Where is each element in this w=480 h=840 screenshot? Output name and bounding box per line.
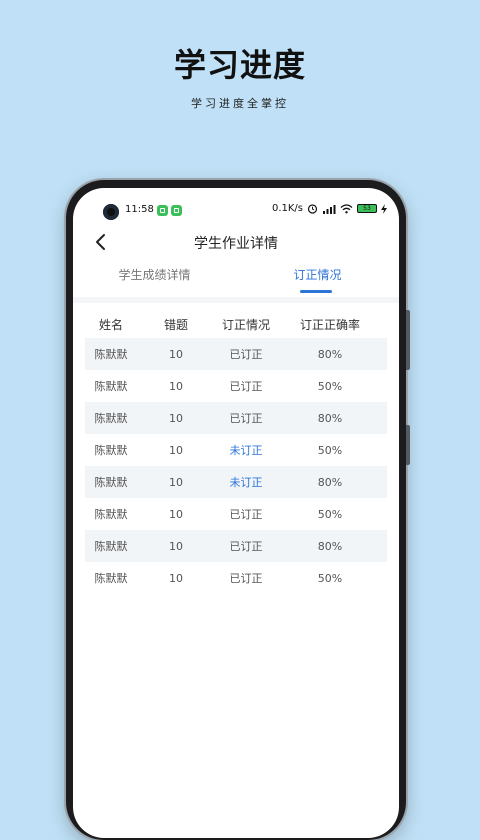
- cell-accuracy: 50%: [317, 507, 343, 521]
- charging-icon: [381, 203, 387, 214]
- table-header: 姓名 错题 订正情况 订正正确率: [85, 309, 387, 339]
- table-row[interactable]: 陈默默 10 已订正 80%: [85, 530, 387, 562]
- power-button: [406, 310, 410, 370]
- hero-title: 学习进度: [173, 46, 306, 84]
- status-right: 0.1K/s 53: [272, 203, 387, 214]
- cell-correction: 已订正: [229, 412, 263, 425]
- column-header-accuracy: 订正正确率: [299, 317, 360, 332]
- cell-errors: 10: [169, 507, 183, 521]
- camera-icon: [103, 204, 119, 220]
- table-row[interactable]: 陈默默 10 已订正 80%: [85, 402, 387, 434]
- status-bar: 11:58 0.1K/s 53: [73, 188, 399, 222]
- table-row[interactable]: 陈默默 10 已订正 50%: [85, 562, 387, 594]
- cell-name: 陈默默: [94, 508, 128, 521]
- table-row[interactable]: 陈默默 10 未订正 80%: [85, 466, 387, 498]
- cell-accuracy: 80%: [317, 539, 343, 553]
- cell-accuracy: 50%: [317, 443, 343, 457]
- cell-name: 陈默默: [94, 412, 128, 425]
- battery-level: 53: [363, 205, 371, 212]
- cell-accuracy: 50%: [317, 379, 343, 393]
- page-title: 学生作业详情: [194, 236, 278, 252]
- cell-name: 陈默默: [94, 476, 128, 489]
- cell-correction: 已订正: [229, 348, 263, 361]
- cell-name: 陈默默: [94, 348, 128, 361]
- phone-screen: 11:58 0.1K/s 53 学生作业详情 学生成绩详情 订正情况 姓名 错题…: [73, 188, 399, 838]
- signal-icon: [323, 204, 336, 214]
- nav-header: 学生作业详情: [73, 222, 399, 262]
- cell-accuracy: 80%: [317, 347, 343, 361]
- battery-icon: 53: [357, 204, 377, 213]
- active-tab-indicator: [300, 290, 332, 293]
- phone-frame: 11:58 0.1K/s 53 学生作业详情 学生成绩详情 订正情况 姓名 错题…: [66, 180, 410, 840]
- cell-correction: 已订正: [229, 508, 263, 521]
- cell-correction: 未订正: [229, 444, 263, 457]
- cell-correction: 未订正: [229, 476, 263, 489]
- table-row[interactable]: 陈默默 10 已订正 50%: [85, 370, 387, 402]
- volume-button: [406, 425, 410, 465]
- cell-errors: 10: [169, 411, 183, 425]
- notification-app-icon: [157, 205, 168, 216]
- table-row[interactable]: 陈默默 10 已订正 50%: [85, 498, 387, 530]
- cell-errors: 10: [169, 475, 183, 489]
- table-body: 陈默默 10 已订正 80% 陈默默 10 已订正 50% 陈默默 10 已订正…: [85, 338, 387, 594]
- section-divider: [73, 297, 399, 303]
- cell-correction: 已订正: [229, 540, 263, 553]
- cell-errors: 10: [169, 571, 183, 585]
- cell-correction: 已订正: [229, 572, 263, 585]
- tab-score-details[interactable]: 学生成绩详情: [73, 266, 236, 284]
- hero-subtitle: 学习进度全掌控: [191, 97, 289, 110]
- cell-name: 陈默默: [94, 572, 128, 585]
- cell-correction: 已订正: [229, 380, 263, 393]
- cell-errors: 10: [169, 539, 183, 553]
- column-header-errors: 错题: [163, 317, 188, 332]
- wifi-icon: [340, 203, 353, 213]
- cell-accuracy: 80%: [317, 411, 343, 425]
- cell-errors: 10: [169, 347, 183, 361]
- column-header-correction: 订正情况: [221, 317, 270, 332]
- tab-correction-status[interactable]: 订正情况: [236, 266, 399, 284]
- alarm-icon: [307, 204, 318, 214]
- cell-name: 陈默默: [94, 540, 128, 553]
- table-row[interactable]: 陈默默 10 未订正 50%: [85, 434, 387, 466]
- notification-app-icon: [171, 205, 182, 216]
- cell-errors: 10: [169, 443, 183, 457]
- table-row[interactable]: 陈默默 10 已订正 80%: [85, 338, 387, 370]
- tab-bar: 学生成绩详情 订正情况: [73, 266, 399, 298]
- cell-name: 陈默默: [94, 380, 128, 393]
- column-header-name: 姓名: [98, 317, 123, 332]
- network-speed: 0.1K/s: [271, 203, 303, 214]
- cell-accuracy: 50%: [317, 571, 343, 585]
- cell-accuracy: 80%: [317, 475, 343, 489]
- status-time: 11:58: [125, 204, 154, 215]
- cell-errors: 10: [169, 379, 183, 393]
- cell-name: 陈默默: [94, 444, 128, 457]
